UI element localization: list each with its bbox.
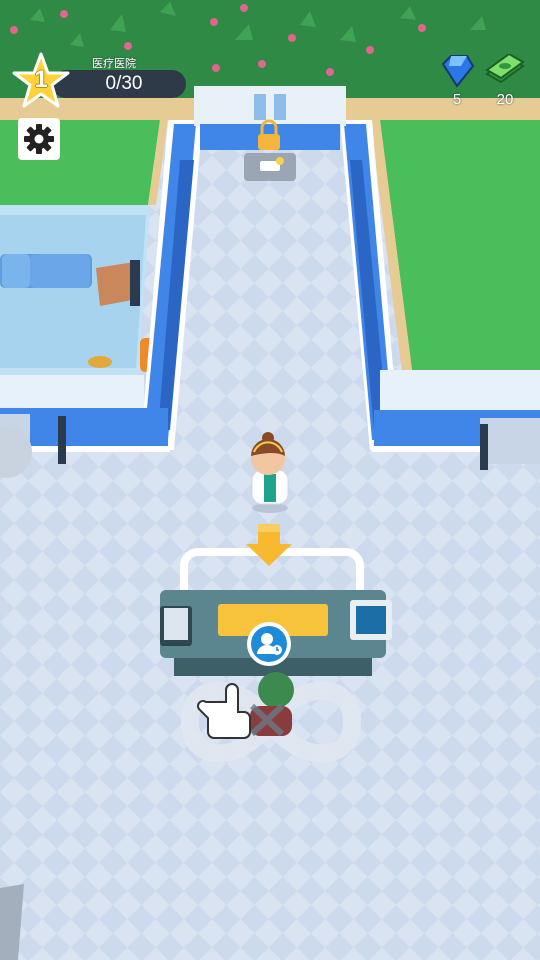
settings-button[interactable] [18, 118, 60, 160]
bed-icon [260, 157, 284, 171]
gear-icon [24, 124, 54, 154]
game-scene[interactable] [0, 0, 540, 960]
cash-counter[interactable]: 20 [480, 52, 530, 108]
hospital-name: 医疗医院 [92, 58, 136, 70]
locked-area-sign[interactable] [244, 153, 296, 181]
patient-queue-button[interactable] [247, 622, 291, 666]
padlock-icon [258, 134, 280, 150]
room-box [96, 262, 134, 306]
blue-gem-icon [441, 55, 475, 88]
gem-counter[interactable]: 5 [432, 54, 482, 108]
gem-count: 5 [452, 91, 462, 108]
progress-text: 0/30 [105, 73, 143, 94]
patient-avatar-icon [257, 633, 282, 655]
cash-stack-icon [485, 52, 525, 84]
cash-count: 20 [496, 91, 514, 108]
